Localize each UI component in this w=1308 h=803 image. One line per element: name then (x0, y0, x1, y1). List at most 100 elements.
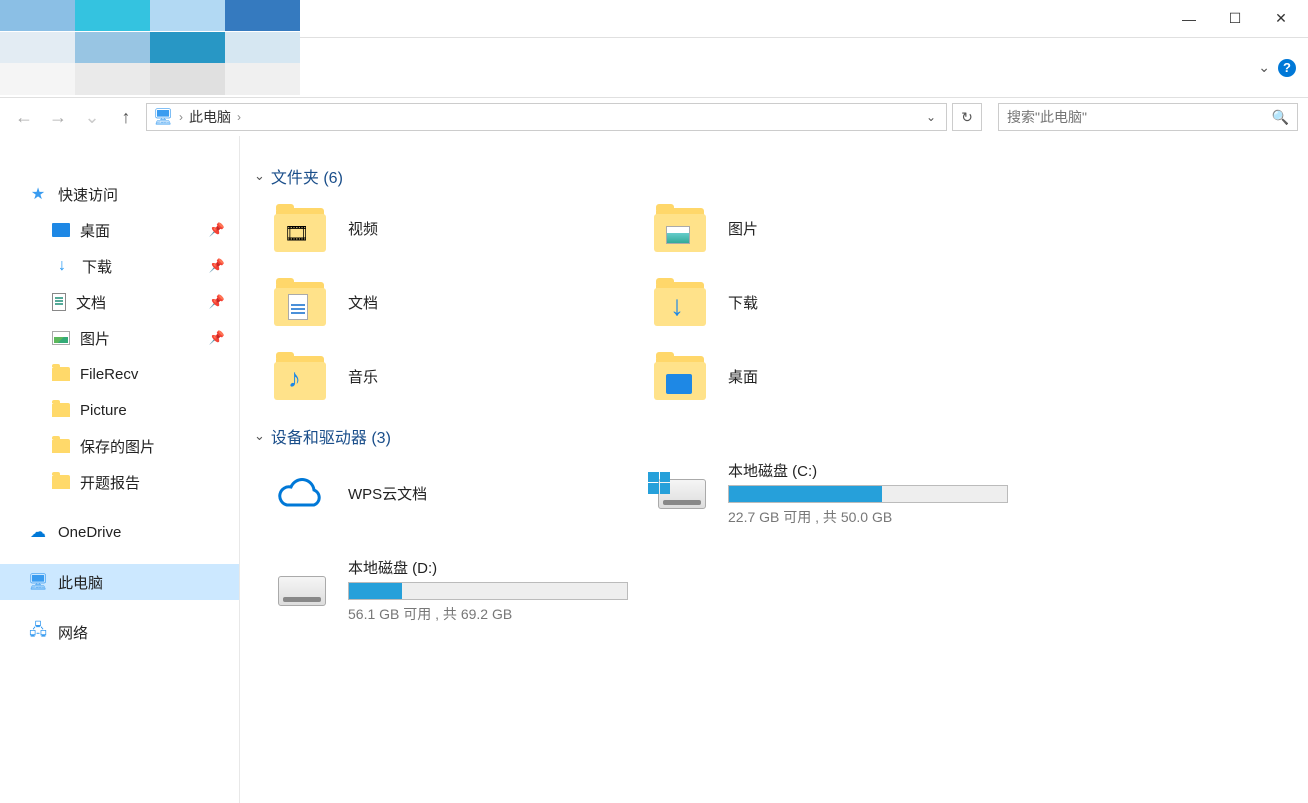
back-button[interactable]: ← (10, 103, 38, 131)
nav-label: 快速访问 (58, 184, 118, 205)
nav-onedrive[interactable]: ☁ OneDrive (0, 514, 239, 550)
chevron-down-icon: ⌄ (254, 428, 265, 444)
nav-label: 网络 (58, 622, 88, 643)
nav-label: 开题报告 (80, 472, 140, 493)
drive-name: 本地磁盘 (D:) (348, 557, 628, 578)
nav-label: Picture (80, 402, 127, 419)
folder-icon (52, 439, 70, 453)
nav-network[interactable]: 🖧 网络 (0, 614, 239, 650)
breadcrumb-location[interactable]: 此电脑 (189, 107, 231, 127)
folder-icon (654, 352, 710, 400)
group-title: 文件夹 (6) (271, 164, 343, 188)
content-pane: ⌄ 文件夹 (6) 🎞 视频 图片 (240, 136, 1308, 803)
minimize-button[interactable]: — (1166, 4, 1212, 34)
search-input[interactable] (1007, 109, 1272, 125)
drive-name: 本地磁盘 (C:) (728, 460, 1008, 481)
nav-quick-access[interactable]: ★ 快速访问 (0, 176, 239, 212)
nav-label: 下载 (82, 256, 112, 277)
folder-downloads[interactable]: ↓ 下载 (654, 274, 1034, 330)
drive-usage-bar (728, 485, 1008, 503)
drive-label: WPS云文档 (348, 483, 427, 504)
group-header-devices[interactable]: ⌄ 设备和驱动器 (3) (254, 424, 1298, 448)
cloud-icon (274, 470, 330, 518)
folder-icon: 🎞 (274, 204, 330, 252)
folder-label: 桌面 (728, 366, 758, 387)
nav-desktop[interactable]: 桌面 📌 (0, 212, 239, 248)
close-button[interactable]: ✕ (1258, 4, 1304, 34)
pin-icon: 📌 (209, 330, 225, 346)
folder-music[interactable]: ♪ 音乐 (274, 348, 654, 404)
address-bar[interactable]: 🖥 › 此电脑 › ⌄ (146, 103, 947, 131)
nav-filerecv[interactable]: FileRecv (0, 356, 239, 392)
recent-locations-button[interactable]: ⌄ (78, 103, 106, 131)
folder-icon: ↓ (654, 278, 710, 326)
pin-icon: 📌 (209, 294, 225, 310)
search-box[interactable]: 🔍 (998, 103, 1298, 131)
up-button[interactable]: ↑ (112, 103, 140, 131)
cloud-icon: ☁ (28, 522, 48, 542)
drive-d[interactable]: 本地磁盘 (D:) 56.1 GB 可用 , 共 69.2 GB (274, 557, 654, 624)
folder-icon (274, 278, 330, 326)
pin-icon: 📌 (209, 258, 225, 274)
star-icon: ★ (28, 184, 48, 204)
nav-label: 桌面 (80, 220, 110, 241)
drive-usage-text: 56.1 GB 可用 , 共 69.2 GB (348, 604, 628, 624)
folder-desktop[interactable]: 桌面 (654, 348, 1034, 404)
nav-label: 此电脑 (58, 572, 103, 593)
folder-icon: ♪ (274, 352, 330, 400)
forward-button[interactable]: → (44, 103, 72, 131)
folder-icon (52, 475, 70, 489)
drive-c[interactable]: 本地磁盘 (C:) 22.7 GB 可用 , 共 50.0 GB (654, 460, 1034, 527)
download-icon: ↓ (52, 256, 72, 276)
ribbon-expand-icon[interactable]: ⌄ (1258, 59, 1270, 76)
nav-label: FileRecv (80, 366, 138, 383)
redacted-region (0, 0, 300, 95)
folder-documents[interactable]: 文档 (274, 274, 654, 330)
desktop-icon (52, 223, 70, 237)
disk-icon (654, 470, 710, 518)
address-dropdown-icon[interactable]: ⌄ (922, 110, 940, 124)
search-icon[interactable]: 🔍 (1272, 109, 1289, 126)
nav-label: 图片 (80, 328, 110, 349)
drive-wps-cloud[interactable]: WPS云文档 (274, 460, 654, 527)
nav-label: OneDrive (58, 524, 121, 541)
breadcrumb-separator: › (237, 110, 241, 124)
folder-label: 文档 (348, 292, 378, 313)
nav-picture-en[interactable]: Picture (0, 392, 239, 428)
folder-label: 下载 (728, 292, 758, 313)
nav-label: 文档 (76, 292, 106, 313)
folder-videos[interactable]: 🎞 视频 (274, 200, 654, 256)
folder-icon (52, 403, 70, 417)
chevron-down-icon: ⌄ (254, 168, 265, 184)
group-header-folders[interactable]: ⌄ 文件夹 (6) (254, 164, 1298, 188)
address-bar-row: ← → ⌄ ↑ 🖥 › 此电脑 › ⌄ ↻ 🔍 (0, 98, 1308, 136)
folder-icon (52, 367, 70, 381)
nav-label: 保存的图片 (80, 436, 155, 457)
folder-label: 图片 (728, 218, 758, 239)
nav-this-pc[interactable]: 🖥 此电脑 (0, 564, 239, 600)
drive-usage-bar (348, 582, 628, 600)
nav-documents[interactable]: 文档 📌 (0, 284, 239, 320)
document-icon (52, 293, 66, 311)
this-pc-icon: 🖥 (28, 572, 48, 592)
nav-report[interactable]: 开题报告 (0, 464, 239, 500)
help-icon[interactable]: ? (1278, 59, 1296, 77)
folder-label: 音乐 (348, 366, 378, 387)
breadcrumb-separator: › (179, 110, 183, 124)
picture-icon (52, 331, 70, 345)
folder-icon (654, 204, 710, 252)
navigation-pane: ★ 快速访问 桌面 📌 ↓ 下载 📌 文档 📌 图片 📌 FileRecv (0, 136, 240, 803)
maximize-button[interactable]: ☐ (1212, 4, 1258, 34)
folder-label: 视频 (348, 218, 378, 239)
disk-icon (274, 567, 330, 615)
nav-downloads[interactable]: ↓ 下载 📌 (0, 248, 239, 284)
network-icon: 🖧 (28, 622, 48, 642)
nav-saved-pictures[interactable]: 保存的图片 (0, 428, 239, 464)
group-title: 设备和驱动器 (3) (271, 424, 391, 448)
folder-pictures[interactable]: 图片 (654, 200, 1034, 256)
this-pc-icon: 🖥 (153, 107, 173, 127)
drive-usage-text: 22.7 GB 可用 , 共 50.0 GB (728, 507, 1008, 527)
pin-icon: 📌 (209, 222, 225, 238)
nav-pictures[interactable]: 图片 📌 (0, 320, 239, 356)
refresh-button[interactable]: ↻ (952, 103, 982, 131)
